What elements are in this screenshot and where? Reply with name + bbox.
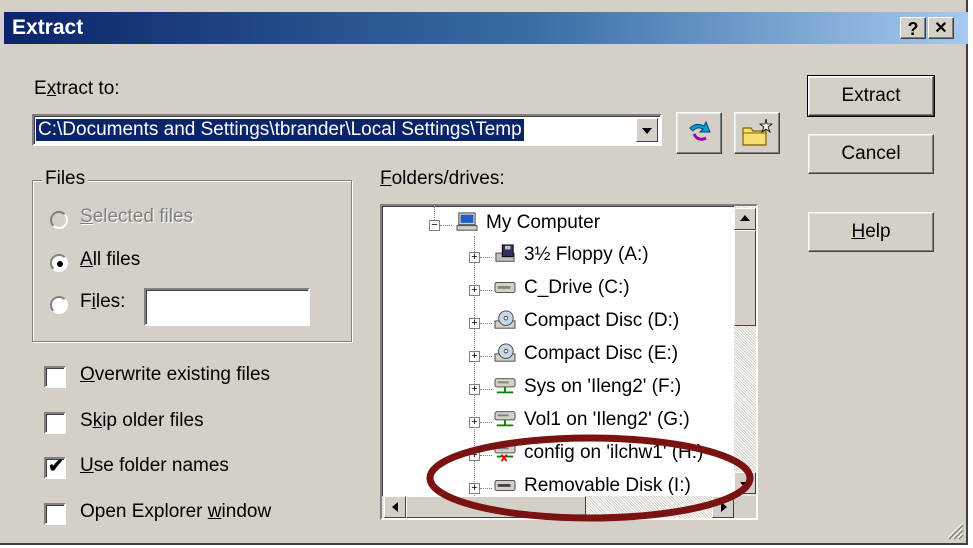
network-drive-icon [494, 411, 516, 427]
window-title: Extract [12, 16, 84, 39]
expand-toggle[interactable]: + [469, 384, 480, 395]
tree-line [480, 323, 492, 324]
all-files-label: All files [80, 249, 141, 270]
vertical-scroll-thumb[interactable] [734, 230, 756, 326]
floppy-drive-icon [495, 244, 515, 262]
use-folder-names-label: Use folder names [80, 455, 229, 476]
tree-line [480, 290, 492, 291]
selected-files-label: Selected files [80, 206, 194, 227]
expand-toggle[interactable]: + [469, 417, 480, 428]
browse-folder-button[interactable] [676, 112, 722, 154]
title-bar[interactable]: Extract ? ✕ [4, 12, 968, 44]
cd-drive-icon [494, 343, 516, 362]
new-folder-icon [742, 118, 774, 146]
cd-drive-icon [494, 310, 516, 329]
tree-item-label[interactable]: Compact Disc (D:) [524, 310, 679, 332]
scroll-up-button[interactable] [734, 208, 756, 230]
overwrite-checkbox[interactable] [44, 366, 66, 388]
network-drive-icon [494, 378, 516, 394]
expand-toggle[interactable]: + [469, 351, 480, 362]
cancel-button[interactable]: Cancel [808, 134, 934, 174]
hard-drive-icon [494, 282, 516, 293]
open-explorer-checkbox[interactable] [44, 503, 66, 525]
tree-line [440, 225, 452, 226]
extract-path-text[interactable]: C:\Documents and Settings\tbrander\Local… [36, 119, 524, 141]
collapse-toggle[interactable]: − [429, 220, 440, 231]
help-button[interactable]: Help [808, 212, 934, 252]
combo-dropdown-button[interactable] [636, 118, 658, 142]
expand-toggle[interactable]: + [469, 318, 480, 329]
extract-to-combobox[interactable]: C:\Documents and Settings\tbrander\Local… [32, 114, 662, 146]
folders-drives-label: Folders/drives: [380, 168, 505, 189]
skip-older-label: Skip older files [80, 410, 204, 431]
tree-line [480, 389, 492, 390]
chevron-down-icon [642, 128, 652, 134]
extract-to-label: Extract to: [34, 78, 120, 99]
tree-item-label[interactable]: 3½ Floppy (A:) [524, 244, 649, 266]
skip-older-checkbox[interactable] [44, 412, 66, 434]
tree-item-label[interactable]: Compact Disc (E:) [524, 343, 678, 365]
use-folder-names-checkbox[interactable]: ✔ [44, 456, 66, 479]
help-caption-button[interactable]: ? [900, 17, 926, 39]
tree-line [480, 422, 492, 423]
tree-line [480, 356, 492, 357]
files-radio[interactable] [50, 296, 68, 314]
tree-root-label[interactable]: My Computer [486, 212, 600, 234]
checkmark-icon: ✔ [48, 456, 64, 477]
files-pattern-input[interactable] [144, 288, 310, 326]
new-folder-button[interactable] [734, 112, 780, 154]
selected-files-radio[interactable] [50, 211, 68, 229]
arrow-left-icon [392, 502, 398, 512]
tree-item-label[interactable]: C_Drive (C:) [524, 277, 630, 299]
files-group-title: Files [42, 168, 89, 190]
tree-item-label[interactable]: Sys on 'Ileng2' (F:) [524, 376, 681, 398]
all-files-radio[interactable] [50, 254, 68, 272]
radio-selected-dot [57, 261, 63, 267]
extract-dialog: Extract ? ✕ Extract to: C:\Documents and… [0, 0, 968, 545]
my-computer-icon [456, 212, 478, 231]
browse-arrow-icon [689, 120, 711, 141]
extract-button[interactable]: Extract [807, 75, 935, 117]
expand-toggle[interactable]: + [469, 252, 480, 263]
arrow-up-icon [740, 215, 750, 221]
overwrite-label: Overwrite existing files [80, 364, 271, 385]
annotation-ellipse [426, 434, 754, 522]
tree-line [480, 257, 492, 258]
scroll-left-button[interactable] [384, 496, 406, 518]
close-button[interactable]: ✕ [928, 17, 954, 39]
open-explorer-label: Open Explorer window [80, 501, 272, 522]
files-radio-label: Files: [80, 291, 126, 312]
expand-toggle[interactable]: + [469, 285, 480, 296]
size-grip-icon[interactable] [944, 520, 964, 540]
